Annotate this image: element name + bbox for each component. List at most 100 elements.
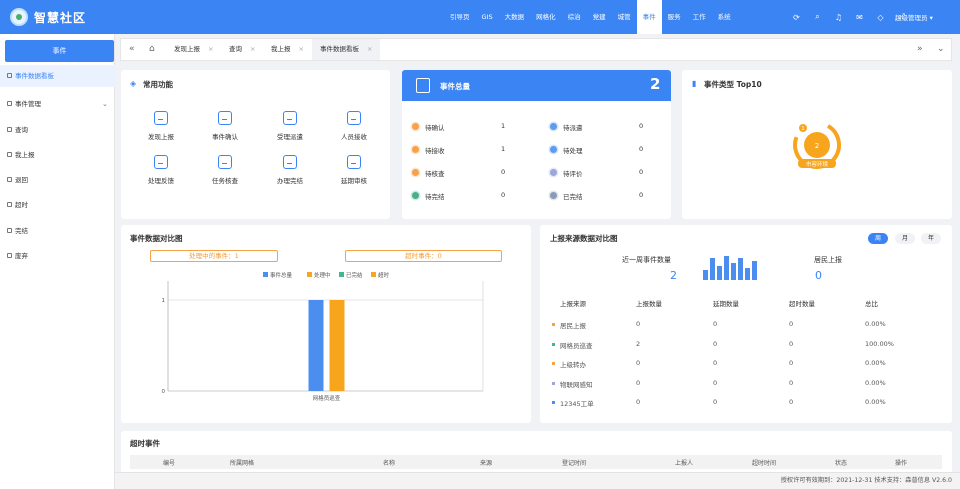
top10-rank: 1 — [801, 126, 805, 132]
period-button[interactable]: 周 — [868, 233, 888, 244]
close-icon[interactable]: × — [299, 45, 304, 53]
refresh-icon[interactable]: ⟳ — [786, 13, 807, 22]
function-item[interactable]: 办理完结 — [260, 155, 320, 185]
top10-badge[interactable]: 1 2 市容环境 — [790, 118, 844, 172]
source-column-header: 上报来源 — [560, 300, 586, 308]
topnav-item[interactable]: 事件 — [636, 0, 662, 34]
topnav-item[interactable]: 服务 — [662, 0, 687, 34]
period-button[interactable]: 月 — [895, 233, 915, 244]
sidebar-item[interactable]: 退回 — [0, 169, 115, 191]
sidebar-title[interactable]: 事件 — [5, 40, 114, 62]
menu-item-icon — [7, 253, 12, 258]
y-tick-label: 1 — [162, 298, 166, 304]
topnav-item[interactable]: 综治 — [562, 0, 587, 34]
function-item[interactable]: 人员接收 — [324, 111, 384, 141]
topnav-item[interactable]: 工作 — [687, 0, 712, 34]
source-column-header: 超时数量 — [789, 300, 815, 308]
summary-value[interactable]: 0 — [639, 168, 643, 176]
double-chevron-left-icon[interactable]: « — [129, 39, 135, 60]
summary-value[interactable]: 0 — [501, 168, 505, 176]
legend-label[interactable]: 事件总量 — [270, 271, 293, 279]
summary-total: 2 — [650, 75, 661, 93]
chevron-down-icon[interactable]: ⌄ — [937, 39, 945, 60]
topnav-item[interactable]: GIS — [476, 0, 499, 34]
bell-icon[interactable]: ♫ — [828, 13, 849, 22]
menu-item-icon — [7, 73, 12, 78]
sidebar-item[interactable]: 事件管理 ⌄ — [0, 93, 115, 115]
function-item[interactable]: 延期审核 — [324, 155, 384, 185]
legend-swatch — [307, 272, 312, 277]
week-value: 2 — [670, 269, 677, 282]
close-icon[interactable]: × — [250, 45, 255, 53]
message-icon[interactable]: ✉ — [849, 13, 870, 22]
function-item[interactable]: 任务核查 — [195, 155, 255, 185]
summary-label: 待接收 — [425, 147, 445, 155]
topnav-item[interactable]: 系统 — [712, 0, 737, 34]
summary-value[interactable]: 0 — [639, 191, 643, 199]
menu-item-icon — [7, 152, 12, 157]
menu-item-icon — [7, 228, 12, 233]
source-cell: 0 — [713, 398, 718, 406]
sidebar-item[interactable]: 废弃 — [0, 245, 115, 267]
tab[interactable]: 查询 × — [229, 39, 255, 60]
tag-icon[interactable]: ◇ — [870, 13, 891, 22]
bar[interactable] — [329, 300, 345, 391]
overtime-column-header: 超时时间 — [752, 460, 777, 467]
top-bar: 智慧社区 引导页 GIS 大数据 网格化 综治 党建 城管 事件 服务 工作 系统 ⟳ ⌕ ♫ ✉ … — [0, 0, 960, 34]
sidebar-item[interactable]: 事件数据看板 — [0, 65, 115, 87]
sidebar-item[interactable]: 完结 — [0, 220, 115, 242]
tab[interactable]: 我上报 × — [271, 39, 304, 60]
user-menu[interactable]: 超级管理员 ▾ — [895, 12, 933, 22]
source-cell: 0 — [789, 359, 794, 367]
legend-label[interactable]: 处理中 — [314, 271, 331, 279]
tab[interactable]: 事件数据看板 × — [312, 39, 381, 60]
summary-label: 待确认 — [425, 124, 445, 132]
overtime-column-header: 操作 — [895, 460, 908, 467]
close-icon[interactable]: × — [367, 45, 372, 53]
summary-value[interactable]: 0 — [639, 122, 643, 130]
function-item[interactable]: 发现上报 — [131, 111, 191, 141]
app-logo[interactable]: 智慧社区 — [10, 8, 200, 26]
topnav-item[interactable]: 城管 — [612, 0, 637, 34]
function-item[interactable]: 受理派遣 — [260, 111, 320, 141]
top10-count: 2 — [815, 142, 819, 150]
source-dot — [552, 323, 555, 326]
home-icon[interactable]: ⌂ — [149, 39, 155, 60]
source-cell: 0 — [789, 398, 794, 406]
tab[interactable]: 发现上报 × — [174, 39, 213, 60]
topnav-item[interactable]: 大数据 — [499, 0, 531, 34]
legend-label[interactable]: 已完结 — [346, 271, 363, 279]
app-title: 智慧社区 — [34, 10, 87, 25]
summary-value[interactable]: 1 — [501, 145, 505, 153]
legend-label[interactable]: 超时 — [378, 271, 390, 279]
summary-value[interactable]: 0 — [639, 145, 643, 153]
double-chevron-right-icon[interactable]: » — [917, 39, 923, 60]
function-label: 发现上报 — [148, 133, 174, 141]
source-cell: 居民上报 — [560, 322, 586, 330]
function-item[interactable]: 处理反馈 — [131, 155, 191, 185]
topnav-item[interactable]: 网格化 — [530, 0, 562, 34]
file-check-icon — [347, 111, 361, 125]
source-column-header: 上报数量 — [636, 300, 662, 308]
topnav-item[interactable]: 党建 — [587, 0, 612, 34]
menu-item-icon — [7, 202, 12, 207]
sidebar-item[interactable]: 我上报 — [0, 144, 115, 166]
topnav-item[interactable]: 引导页 — [444, 0, 476, 34]
status-dot — [412, 192, 419, 199]
menu-item-icon — [7, 101, 12, 106]
source-column-header: 总比 — [865, 300, 878, 308]
sidebar-item[interactable]: 超时 — [0, 194, 115, 216]
pencil-icon — [154, 111, 168, 125]
summary-value[interactable]: 0 — [501, 191, 505, 199]
search-icon[interactable]: ⌕ — [807, 12, 828, 22]
period-button[interactable]: 年 — [921, 233, 941, 244]
bar[interactable] — [308, 300, 324, 391]
summary-value[interactable]: 1 — [501, 122, 505, 130]
function-label: 受理派遣 — [277, 133, 303, 141]
resident-label: 居民上报 — [814, 256, 842, 264]
sidebar-item-label: 废弃 — [15, 252, 28, 260]
function-item[interactable]: 事件确认 — [195, 111, 255, 141]
menu-item-icon — [7, 127, 12, 132]
close-icon[interactable]: × — [208, 45, 213, 53]
sidebar-item[interactable]: 查询 — [0, 119, 115, 141]
